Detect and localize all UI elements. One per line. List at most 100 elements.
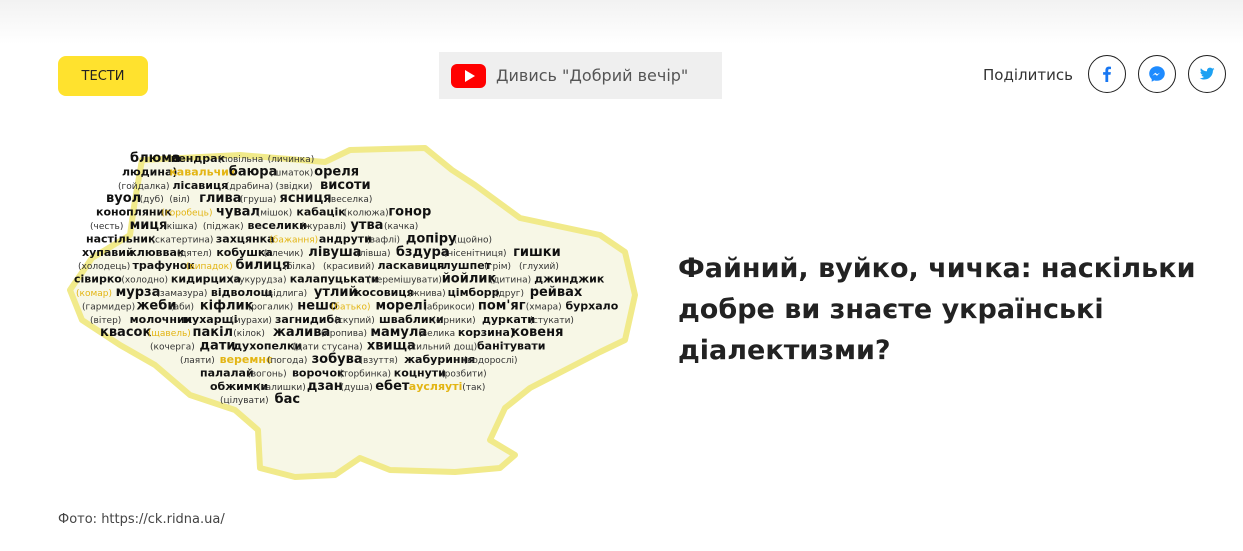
photo-caption: Фото: https://ck.ridna.ua/ [58, 512, 225, 527]
map-word: (взуття) [360, 356, 398, 366]
map-word: (щойно) [454, 235, 492, 245]
map-word: (красивий) [323, 262, 375, 272]
map-word: (гармидер) [82, 302, 135, 312]
map-word: билиця [235, 258, 290, 273]
map-word: (кукурудза) [230, 276, 286, 286]
twitter-icon [1199, 67, 1215, 80]
share-messenger-button[interactable] [1138, 55, 1176, 93]
map-word: калапуцькати [290, 273, 379, 286]
map-word: настільник [86, 232, 156, 245]
map-word: (батько) [331, 302, 371, 312]
map-word: (перемішувати) [367, 276, 441, 286]
map-word: ясниця [280, 191, 332, 206]
map-word: (піджак) [203, 222, 244, 232]
map-word: (журавлі) [301, 222, 346, 232]
tests-tag-label: ТЕСТИ [81, 68, 125, 84]
map-word: (душа) [341, 383, 373, 393]
map-word: (лівша) [356, 249, 390, 259]
map-word: (кілок) [233, 329, 265, 339]
caption-prefix: Фото: [58, 512, 102, 527]
map-word: миця [130, 218, 168, 233]
map-word: (кропива) [321, 329, 367, 339]
map-word: мухарщі [183, 313, 237, 326]
map-word: дуркати [482, 313, 535, 326]
map-word: вуол [106, 191, 141, 206]
map-word: (скатертина) [152, 235, 214, 245]
map-word: (аби) [170, 302, 194, 312]
map-word: захцянка [216, 232, 275, 245]
ukraine-dialect-word-map: блюмапендрак(повільна (личинка)людина)кав… [67, 145, 638, 480]
map-word: рейвах [530, 285, 583, 300]
map-word: (шматок) [270, 168, 314, 178]
map-word: (скупий) [334, 316, 374, 326]
facebook-icon [1103, 66, 1111, 82]
map-word: бас [275, 392, 301, 407]
map-word: кабацік [296, 206, 346, 219]
map-word: палалай [200, 366, 254, 379]
map-word: веремнє [220, 353, 273, 366]
map-word: (вогонь) [247, 369, 286, 379]
map-word: веселики [248, 219, 307, 232]
top-gradient-bar [0, 0, 1243, 44]
map-word: (велика [418, 329, 455, 339]
map-word: (віл) [169, 195, 190, 205]
map-word: кіфлик [200, 298, 254, 313]
map-word: (дитина) [490, 276, 532, 286]
map-word: лівуша [308, 245, 361, 260]
map-word: зобува [312, 352, 363, 367]
map-word: сівирко [74, 273, 122, 286]
map-word: (горобець) [162, 209, 213, 219]
map-word: (білка) [283, 262, 315, 272]
map-word: чувал [216, 205, 260, 220]
map-word: (випадок) [186, 262, 233, 272]
map-word: (веселка) [327, 195, 372, 205]
map-word: (сірники) [432, 316, 475, 326]
map-word: банітувати [477, 340, 546, 353]
map-word: гишки [513, 245, 561, 260]
map-word: (холодець) [78, 262, 130, 272]
map-word: ебет [375, 379, 410, 394]
tests-tag-button[interactable]: ТЕСТИ [58, 56, 148, 96]
map-word: загнидиба [275, 313, 342, 326]
map-word: (комар) [76, 289, 112, 299]
map-word: (хмара) [526, 302, 562, 312]
caption-source-link[interactable]: https://ck.ridna.ua/ [101, 512, 225, 527]
map-word: (водорослі) [464, 356, 518, 366]
map-word: дзан [307, 379, 343, 394]
share-label: Поділитись [983, 66, 1073, 84]
map-word: (кішка) [163, 222, 197, 232]
map-word: кавальчик [169, 165, 237, 178]
map-word: (сильний дощ) [408, 343, 478, 353]
map-word: (рогалик) [248, 302, 294, 312]
watch-banner-link[interactable]: Дивись "Добрий вечір" [439, 52, 722, 99]
map-word: бурхало [565, 299, 618, 312]
messenger-icon [1149, 66, 1165, 82]
map-word: косовиця [355, 286, 414, 299]
map-word: андрути [319, 232, 372, 245]
map-word: (нісенітниця) [444, 249, 507, 259]
map-word: (розбити) [441, 369, 487, 379]
article-title: Файний, вуйко, чичка: наскільки добре ви… [678, 253, 1196, 366]
map-word: йойлик [442, 272, 497, 287]
map-word: (мішок) [257, 209, 293, 219]
map-word: морелі [376, 298, 428, 313]
map-word: цімборр [448, 286, 500, 299]
map-word: квасок [100, 325, 151, 340]
map-word: гонор [388, 205, 431, 220]
map-word: лісавиця [173, 179, 229, 192]
map-word: ковеня [511, 325, 563, 340]
map-word: дати [200, 339, 236, 354]
map-word: (глухий) [519, 262, 559, 272]
map-word: (абрикоси) [423, 302, 474, 312]
share-facebook-button[interactable] [1088, 55, 1126, 93]
watch-banner-label: Дивись "Добрий вечір" [496, 66, 689, 85]
map-word: джинджик [534, 273, 605, 286]
map-word: (мурахи) [230, 316, 272, 326]
map-word: аусляуті [409, 380, 463, 393]
map-word: коцнути [394, 366, 446, 379]
map-word: хупавий [82, 246, 134, 259]
map-word: пом'яг [478, 298, 526, 313]
map-word: ласкавиця [378, 259, 445, 272]
share-twitter-button[interactable] [1188, 55, 1226, 93]
map-word: (щавель) [148, 329, 191, 339]
